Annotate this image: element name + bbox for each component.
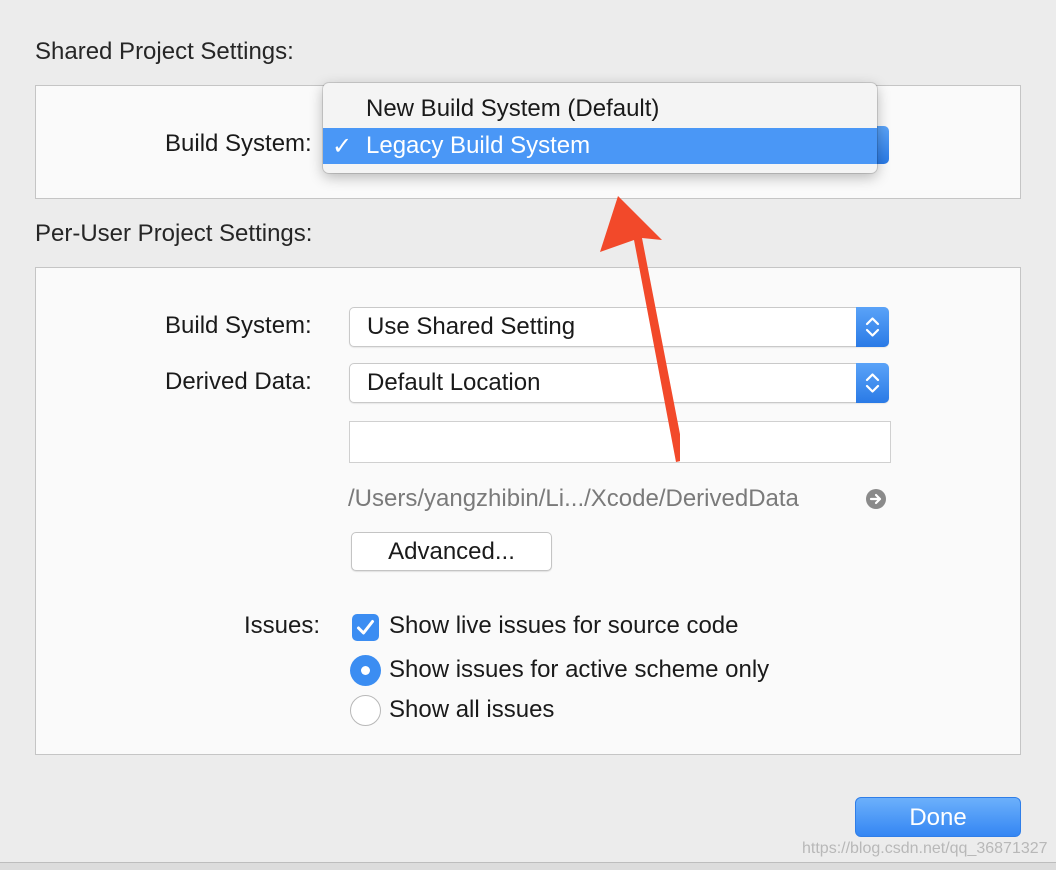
issues-label: Issues: xyxy=(244,612,321,639)
live-issues-label[interactable]: Show live issues for source code xyxy=(389,612,739,640)
window-bottom-edge xyxy=(0,862,1056,870)
shared-settings-title: Shared Project Settings: xyxy=(35,38,294,65)
per-user-build-system-value: Use Shared Setting xyxy=(367,313,576,340)
per-user-settings-title: Per-User Project Settings: xyxy=(35,220,313,247)
live-issues-checkbox[interactable] xyxy=(352,614,379,641)
shared-build-system-label: Build System: xyxy=(165,130,312,157)
all-issues-label[interactable]: Show all issues xyxy=(389,696,554,724)
derived-data-path: /Users/yangzhibin/Li.../Xcode/DerivedDat… xyxy=(348,485,799,512)
menu-item-new-build-system[interactable]: New Build System (Default) xyxy=(323,91,877,127)
menu-item-legacy-build-system[interactable]: ✓ Legacy Build System xyxy=(323,128,877,164)
annotation-arrow-icon xyxy=(600,196,680,462)
done-button[interactable]: Done xyxy=(855,797,1021,837)
active-scheme-issues-radio[interactable] xyxy=(350,655,381,686)
checkmark-icon: ✓ xyxy=(332,133,353,160)
per-user-build-system-label: Build System: xyxy=(165,312,312,339)
checkmark-icon xyxy=(357,620,374,635)
derived-data-label: Derived Data: xyxy=(165,368,312,395)
watermark: https://blog.csdn.net/qq_36871327 xyxy=(802,840,1048,857)
build-system-menu: New Build System (Default) ✓ Legacy Buil… xyxy=(323,83,877,173)
up-down-chevron-icon xyxy=(856,363,889,403)
derived-data-value: Default Location xyxy=(367,369,541,396)
up-down-chevron-icon xyxy=(856,307,889,347)
advanced-button[interactable]: Advanced... xyxy=(351,532,552,571)
reveal-in-finder-arrow-icon[interactable] xyxy=(866,489,886,509)
active-scheme-issues-label[interactable]: Show issues for active scheme only xyxy=(389,656,769,684)
all-issues-radio[interactable] xyxy=(350,695,381,726)
